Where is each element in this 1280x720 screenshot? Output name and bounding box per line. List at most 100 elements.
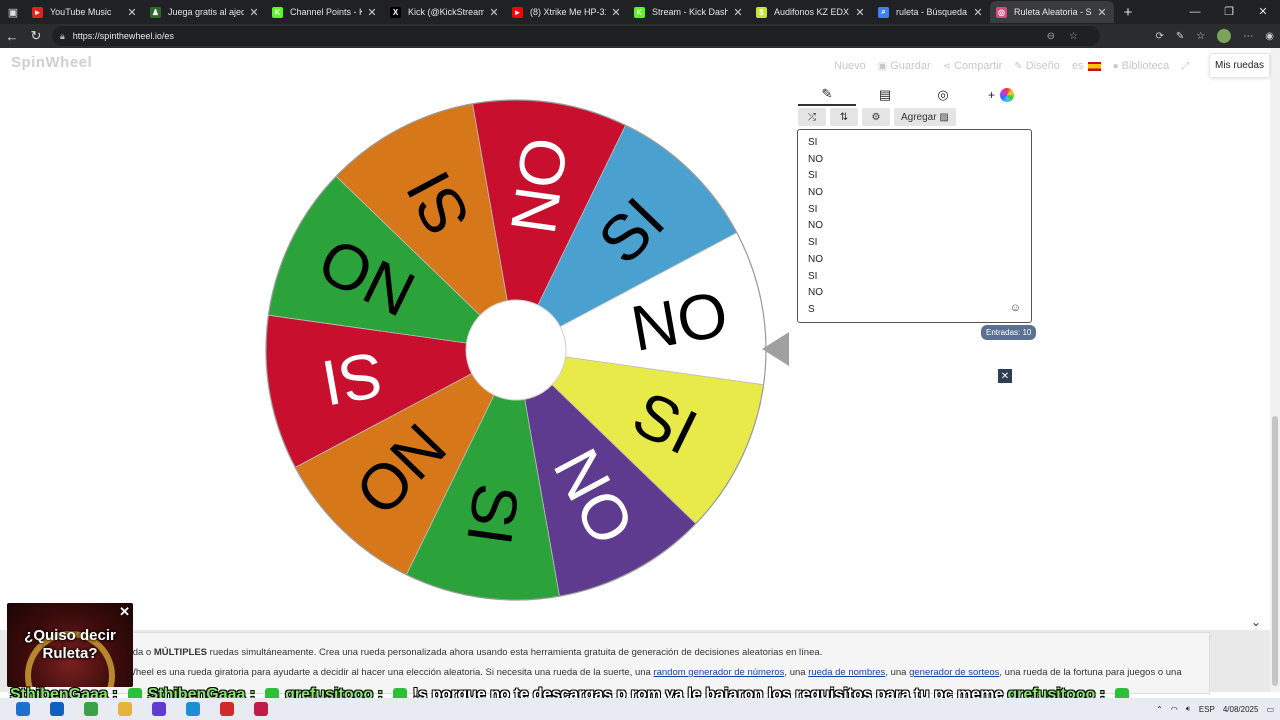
- more-menu-icon[interactable]: ⋯: [1243, 31, 1253, 42]
- edge-icon[interactable]: [186, 702, 200, 716]
- tab-close-icon[interactable]: ✕: [972, 6, 984, 19]
- tab-close-icon[interactable]: ✕: [1096, 6, 1108, 19]
- save-button[interactable]: ▣ Guardar: [878, 60, 931, 72]
- entries-textarea[interactable]: SI NO SI NO SI NO SI NO SI NO S ☺: [797, 129, 1032, 323]
- browser-tab[interactable]: ► YouTube Music ✕: [26, 1, 144, 23]
- language-indicator[interactable]: ESP: [1199, 705, 1215, 714]
- sort-button[interactable]: ⇅: [830, 108, 858, 126]
- new-tab-button[interactable]: +: [1114, 4, 1142, 21]
- tab-results[interactable]: ▤: [856, 84, 914, 106]
- site-logo[interactable]: SpinWheel: [11, 54, 92, 71]
- extensions-icon[interactable]: ✎: [1176, 31, 1184, 42]
- tab-close-icon[interactable]: ✕: [126, 6, 138, 19]
- image-icon: ▨: [939, 111, 949, 123]
- close-icon[interactable]: ✕: [998, 369, 1012, 383]
- numbers-generator-link[interactable]: random generador de números: [653, 667, 784, 678]
- names-wheel-link[interactable]: rueda de nombres: [808, 667, 885, 678]
- tab-add-wheel[interactable]: +: [972, 84, 1030, 106]
- profile-avatar[interactable]: [1217, 29, 1232, 43]
- tab-close-icon[interactable]: ✕: [248, 6, 260, 19]
- window-menu-icon[interactable]: ▣: [0, 0, 26, 24]
- fullscreen-button[interactable]: ⤢: [1181, 61, 1192, 72]
- tab-title: ruleta - Búsqueda: [896, 7, 968, 17]
- chevron-down-icon[interactable]: ⌄: [1251, 615, 1261, 629]
- volume-icon[interactable]: 🔉︎: [1186, 704, 1191, 714]
- language-label: es: [1071, 60, 1084, 72]
- add-image-label: Agregar: [901, 111, 937, 123]
- close-window-icon[interactable]: ✕: [1246, 0, 1280, 24]
- minimize-icon[interactable]: —: [1178, 0, 1212, 24]
- tab-title: Stream - Kick Dashboar: [652, 7, 728, 17]
- browser-tab[interactable]: ◎ Ruleta Aleatoria - Selec ✕: [990, 1, 1114, 23]
- my-wheels-button[interactable]: Mis ruedas: [1209, 53, 1270, 78]
- library-button[interactable]: ● Biblioteca: [1113, 60, 1170, 72]
- emoji-icon[interactable]: ☺: [1010, 302, 1021, 314]
- settings-button[interactable]: ⚙: [862, 108, 890, 126]
- restore-icon[interactable]: ❐: [1212, 0, 1246, 24]
- browser-tab[interactable]: K Channel Points - Kick D ✕: [266, 1, 384, 23]
- app-icon[interactable]: [152, 702, 166, 716]
- obs-icon[interactable]: [220, 702, 234, 716]
- design-button[interactable]: ✎ Diseño: [1014, 60, 1060, 72]
- notification-icon[interactable]: ▭: [1266, 705, 1274, 714]
- url-field[interactable]: 🔒︎ https://spinthewheel.io/es ⊖☆: [52, 26, 1100, 46]
- raffle-generator-link[interactable]: generador de sorteos: [909, 667, 999, 678]
- browser-tab[interactable]: $ Audifonos KZ EDX PRO ✕: [750, 1, 872, 23]
- browser-tab[interactable]: X Kick (@KickStreaming) ✕: [384, 1, 506, 23]
- folder-icon[interactable]: [118, 702, 132, 716]
- share-icon: ⋖: [942, 60, 951, 72]
- fullscreen-icon: ⤢: [1181, 60, 1190, 72]
- share-button[interactable]: ⋖ Compartir: [943, 60, 1003, 72]
- tab-favicon-icon: ♟: [150, 6, 161, 18]
- outlook-icon[interactable]: [50, 702, 64, 716]
- plus-icon: +: [987, 88, 995, 102]
- desc-text: e Wheel es una rueda giratoria para ayud…: [119, 667, 651, 678]
- wifi-icon[interactable]: ◠: [1171, 705, 1178, 714]
- site-top-nav: Nuevo ▣ Guardar ⋖ Compartir ✎ Diseño es ● Bi…: [834, 58, 1204, 74]
- tab-close-icon[interactable]: ✕: [610, 6, 622, 19]
- save-icon: ▣: [877, 60, 888, 72]
- tab-close-icon[interactable]: ✕: [732, 6, 744, 19]
- browser-tab[interactable]: K Stream - Kick Dashboar ✕: [628, 1, 750, 23]
- entry-line: NO: [808, 287, 823, 299]
- add-image-button[interactable]: Agregar ▨: [894, 108, 956, 126]
- page-scrollbar[interactable]: [1270, 48, 1280, 692]
- language-button[interactable]: es: [1072, 60, 1101, 72]
- url-text: https://spinthewheel.io/es: [72, 31, 174, 41]
- browser-tab[interactable]: ♟ Juega gratis al ajedrez ✕: [144, 1, 266, 23]
- popup-text: ¿Quiso decir Ruleta?: [24, 627, 116, 662]
- tab-hidden[interactable]: ◎: [914, 84, 972, 106]
- reload-icon[interactable]: ↻: [24, 28, 48, 44]
- tray-chevron-icon[interactable]: ⌃: [1156, 705, 1163, 714]
- start-icon[interactable]: [16, 702, 30, 716]
- roulette-popup: ¿Quiso decir Ruleta? ✕: [7, 603, 133, 687]
- spin-wheel[interactable]: NOSINOSINOSINOSI NO SI: [260, 94, 772, 606]
- app-icon[interactable]: [84, 702, 98, 716]
- new-button[interactable]: Nuevo: [834, 60, 866, 72]
- copilot-icon[interactable]: ◉: [1265, 31, 1274, 42]
- refresh-extension-icon[interactable]: ⟳: [1156, 31, 1164, 42]
- tab-close-icon[interactable]: ✕: [488, 6, 500, 19]
- tab-close-icon[interactable]: ✕: [854, 6, 866, 19]
- tab-edit[interactable]: ✎: [798, 84, 856, 106]
- scrollbar-thumb[interactable]: [1272, 416, 1278, 686]
- favorites-icon[interactable]: ☆: [1196, 31, 1205, 42]
- entry-line: NO: [808, 187, 823, 199]
- tabs-container: ► YouTube Music ✕ ♟ Juega gratis al ajedrez ✕…: [26, 1, 1114, 23]
- entry-line: SI: [808, 137, 818, 148]
- new-label: Nuevo: [834, 60, 866, 72]
- browser-tab[interactable]: ⌕ ruleta - Búsqueda ✕: [872, 1, 990, 23]
- tab-close-icon[interactable]: ✕: [366, 6, 378, 19]
- shuffle-button[interactable]: ⤮: [798, 108, 826, 126]
- browser-tab[interactable]: ► (8) Xtrike Me HP-318 - ✕: [506, 1, 628, 23]
- date-label[interactable]: 4/08/2025: [1223, 705, 1259, 714]
- back-icon[interactable]: ←: [0, 29, 24, 44]
- app-icon[interactable]: [254, 702, 268, 716]
- wheel-center-hub[interactable]: [465, 299, 567, 401]
- popup-close-icon[interactable]: ✕: [119, 604, 130, 620]
- tab-favicon-icon: K: [634, 6, 645, 18]
- tab-favicon-icon: K: [272, 6, 283, 18]
- tab-title: (8) Xtrike Me HP-318 -: [530, 7, 606, 17]
- description-section: rueda o MÚLTIPLES ruedas simultáneamente…: [0, 630, 1270, 694]
- tab-favicon-icon: ►: [512, 6, 523, 18]
